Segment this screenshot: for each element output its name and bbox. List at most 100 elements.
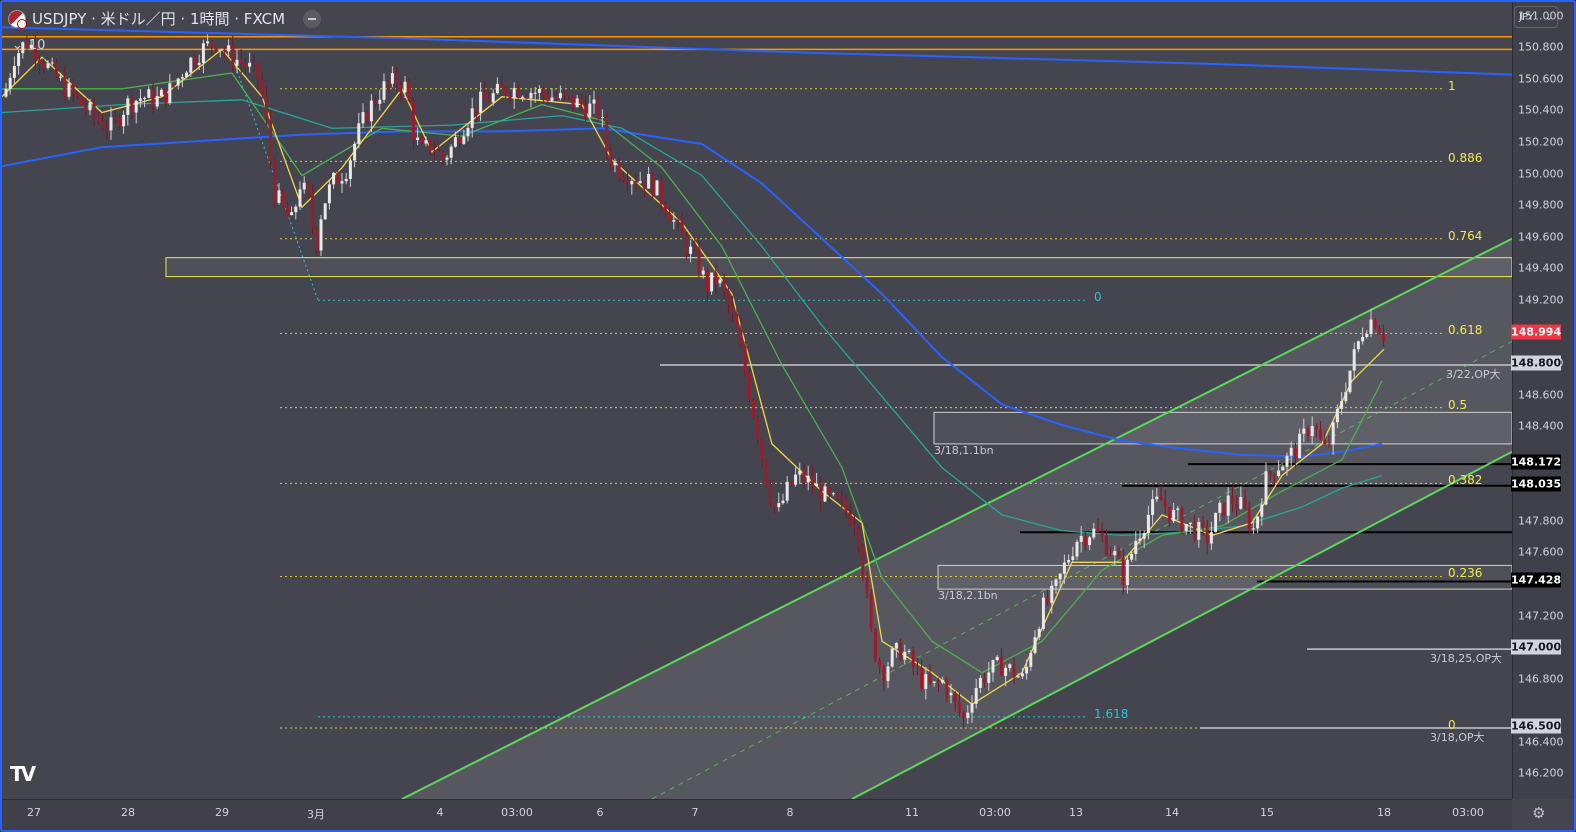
candle-body [760, 439, 764, 460]
candle-body [466, 127, 470, 137]
candle-body [983, 678, 987, 683]
candle-body [613, 162, 617, 166]
candle-body [1100, 532, 1104, 537]
candle-body [672, 220, 676, 222]
candle-body [1155, 496, 1159, 500]
time-tick-label: 6 [596, 806, 604, 819]
candle-body [386, 81, 390, 84]
candle-body [651, 174, 655, 196]
candle-body [991, 660, 995, 673]
time-tick-label: 4 [436, 806, 444, 819]
price-chart-plot[interactable] [2, 2, 1512, 799]
gear-icon[interactable]: ⚙ [1532, 804, 1545, 822]
time-tick-label: 28 [121, 806, 135, 819]
candle-body [739, 328, 743, 347]
candle-body [970, 703, 974, 713]
candle-body [298, 189, 302, 207]
usd-jpy-flag-icon [8, 9, 27, 29]
time-tick-label: 03:00 [1452, 806, 1484, 819]
candle-body [588, 103, 592, 117]
candle-body [1075, 541, 1079, 557]
candle-body [810, 475, 814, 487]
candle-body [290, 212, 294, 216]
indicator-toggle[interactable]: ⌄ 10 [12, 38, 45, 53]
level-label: 3/18,OP大 [1430, 730, 1485, 744]
candle-body [445, 157, 449, 160]
candle-body [67, 83, 71, 97]
tradingview-logo-icon[interactable]: TV [10, 762, 36, 786]
symbol-title[interactable]: USDJPY · 米ドル／円 · 1時間 · FXCM [32, 8, 285, 29]
time-tick-label: 3月 [307, 808, 325, 821]
candle-body [348, 160, 352, 179]
candle-body [411, 101, 415, 141]
candle-body [563, 93, 567, 96]
candle-body [50, 62, 54, 64]
candle-body [1335, 408, 1339, 423]
candle-body [941, 680, 945, 683]
candle-body [592, 99, 596, 104]
fib-level-label: 0.5 [1448, 397, 1468, 412]
candle-body [726, 290, 730, 305]
candle-body [1096, 528, 1100, 533]
candle-body [1251, 528, 1255, 530]
candle-body [474, 108, 478, 113]
candle-body [928, 674, 932, 684]
candle-body [836, 493, 840, 499]
candle-body [999, 656, 1003, 676]
candle-body [819, 483, 823, 502]
candle-body [1239, 496, 1243, 509]
candle-body [689, 246, 693, 254]
candle-body [659, 180, 663, 205]
candle-body [1109, 554, 1113, 556]
hide-series-icon[interactable] [303, 9, 322, 28]
candle-body [1327, 444, 1331, 446]
fib-level-label: 0.618 [1448, 323, 1483, 338]
candle-body [1033, 637, 1037, 653]
candle-body [138, 98, 142, 101]
candle-body [844, 499, 848, 512]
candle-body [794, 474, 798, 485]
candle-body [529, 92, 533, 99]
candle-body [243, 63, 247, 67]
candle-body [878, 660, 882, 668]
candle-body [852, 524, 856, 529]
candle-body [1025, 666, 1029, 674]
candle-body [638, 181, 642, 183]
candle-body [315, 228, 319, 251]
candle-body [214, 46, 218, 51]
candle-body [500, 83, 504, 88]
candle-body [521, 96, 525, 98]
candle-body [256, 63, 260, 80]
level-label: 3/18,25,OP大 [1430, 652, 1502, 666]
level-label: 3/22,OP大 [1446, 367, 1501, 381]
candle-body [449, 146, 453, 158]
candle-body [105, 128, 109, 131]
price-tick-label: 150.800 [1518, 40, 1564, 54]
candle-body [1306, 428, 1310, 436]
candle-body [911, 650, 915, 667]
candle-body [117, 117, 121, 127]
candle-body [54, 62, 58, 77]
zone-box [937, 564, 1512, 590]
candle-body [655, 180, 659, 196]
candle-body [147, 89, 151, 98]
candle-body [525, 96, 529, 99]
candle-body [155, 96, 159, 107]
candle-body [1117, 551, 1121, 558]
candle-body [1130, 553, 1134, 560]
candle-body [777, 503, 781, 508]
price-marker-box: 148.172 [1511, 454, 1562, 470]
zone-label: 3/18,2.1bn [938, 589, 998, 603]
candle-body [222, 50, 226, 52]
candle-body [1331, 422, 1335, 445]
candle-body [1050, 585, 1054, 603]
candle-body [1004, 667, 1008, 676]
candle-body [848, 511, 852, 525]
candle-body [508, 95, 512, 99]
price-tick-label: 149.600 [1518, 230, 1564, 244]
candle-body [600, 117, 604, 119]
candle-body [899, 643, 903, 660]
fib-ext-label: 0 [1094, 290, 1102, 305]
candle-body [113, 117, 117, 119]
candle-body [1193, 522, 1197, 540]
